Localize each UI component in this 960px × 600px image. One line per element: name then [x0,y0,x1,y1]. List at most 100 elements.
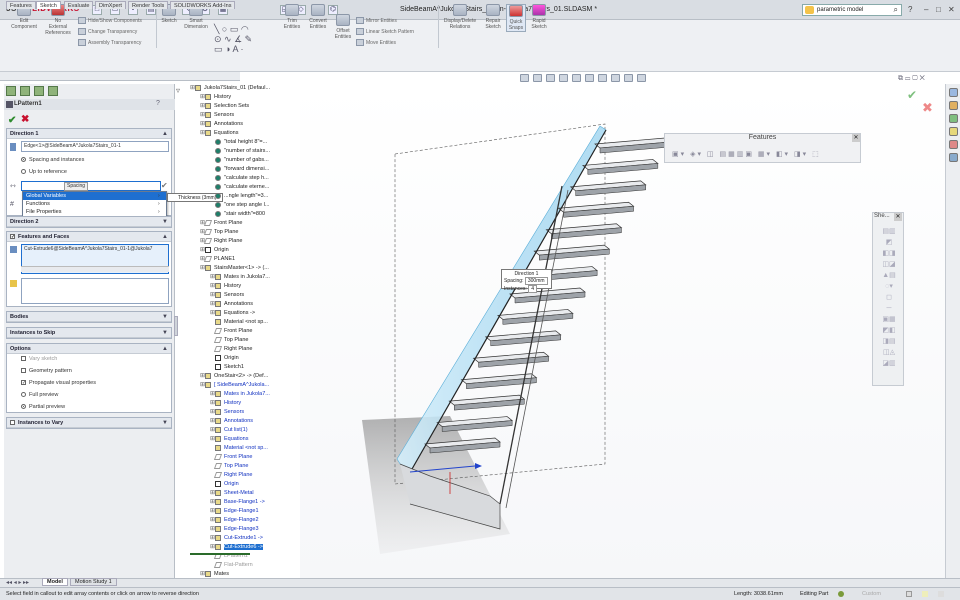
tree-item[interactable]: Material <not sp... [210,444,268,453]
cancel-button[interactable]: ✖ [21,114,29,125]
tree-item[interactable]: "number of gabs... [210,156,269,165]
stair-step[interactable] [581,159,659,175]
geometry-pattern-checkbox[interactable]: Geometry pattern [21,368,72,374]
units-selector[interactable]: Custom [862,588,881,600]
tree-item[interactable]: Front Plane [210,327,252,336]
sheet-metal-panel-tools[interactable]: ▤▥ ◩ ◧◨ ◫◪ ▲▤ ◌▾ ◻ ─ ▣▦ ◩◧ ◨▤ ◫◬ ◪▥ [876,226,902,369]
config-manager-icon[interactable] [34,86,44,96]
appearances-icon[interactable] [948,140,958,149]
tree-item[interactable]: ⊞ Right Plane [200,237,242,246]
tab-motion-study-1[interactable]: Motion Study 1 [70,578,117,586]
tab-features[interactable]: Features [6,1,36,9]
edit-appearance-icon[interactable] [611,74,620,82]
expand-chevron-icon[interactable]: ▼ [162,312,168,322]
tree-item[interactable]: ⊞ Equations [200,129,238,138]
ok-button[interactable]: ✔ [8,115,16,126]
quick-snaps-button[interactable]: Quick Snaps [506,4,526,32]
tree-item[interactable]: ⊞ StairsMaster<1> -> (... [200,264,269,273]
custom-properties-icon[interactable] [948,153,958,162]
menu-item-file-properties[interactable]: File Properties [23,208,166,216]
menu-item-global-variables[interactable]: Global Variables [23,192,166,200]
property-manager-icon[interactable] [20,86,30,96]
tree-item[interactable]: ...ngle length"=3... [210,192,268,201]
expand-chevron-icon[interactable]: ▼ [162,328,168,338]
collapse-chevron-icon[interactable]: ▲ [162,129,168,139]
tree-item[interactable]: ⊞ Mates in Jukola7... [210,273,270,282]
tree-item[interactable]: Right Plane [210,345,252,354]
tree-item[interactable]: ⊞ Cut-Extrude6 -> [210,543,263,552]
tree-item[interactable]: "forward dimensi... [210,165,269,174]
tree-item[interactable]: ⊞ Edge-Flange2 [210,516,259,525]
tree-item[interactable]: ⊞ Origin [200,246,229,255]
minimize-icon[interactable]: – [924,5,928,14]
tree-item[interactable]: ⊞ Equations [210,435,248,444]
tree-item[interactable]: ⊞ Edge-Flange1 [210,507,259,516]
partial-preview-option[interactable]: Partial preview [21,404,65,410]
tree-item[interactable]: ⊞ Sensors [210,408,244,417]
tree-item[interactable]: ⊞ Sensors [210,291,244,300]
mirror-entities-button[interactable]: Mirror Entities [356,16,397,26]
trim-entities-button[interactable]: Trim Entities [280,4,304,30]
view-orientation-icon[interactable] [572,74,581,82]
direction2-header[interactable]: Direction 2 ▼ [7,217,171,227]
panel-splitter-handle[interactable] [174,316,178,336]
zoom-area-icon[interactable] [533,74,542,82]
tree-item[interactable]: ⊞ Jukola7Stairs_01 (Defaul... [190,84,270,93]
collapse-chevron-icon[interactable]: ▲ [162,344,168,354]
search-icon[interactable]: ⌕ [894,5,898,15]
tab-scroll-arrows-icon[interactable]: ◂◂ ◂ ▸ ▸▸ [6,579,29,586]
spacing-input[interactable]: Spacing [21,181,161,191]
feature-manager-tree[interactable]: ⊞ Jukola7Stairs_01 (Defaul... ⊞ History ⊞ Sel… [190,84,300,580]
instances-to-skip-header[interactable]: Instances to Skip ▼ [7,328,171,338]
tree-item[interactable]: ⊞ Cut list(1) [210,426,248,435]
propagate-visual-properties-checkbox[interactable]: ✓ Propagate visual properties [21,380,96,386]
tab-sketch[interactable]: Sketch [36,1,61,9]
tree-item[interactable]: ⊞[ SideBeamA^Jukola... [200,381,269,390]
stair-step[interactable] [594,137,671,154]
tree-item[interactable]: ⊞ History [210,399,241,408]
features-faces-checkbox[interactable]: ✓ [10,234,15,240]
tree-item[interactable]: Top Plane [210,336,248,345]
tree-item[interactable]: ⊞ Annotations [200,120,243,129]
help-icon[interactable]: ? [908,5,912,14]
confirm-corner-ok-icon[interactable]: ✔ [907,88,917,102]
up-to-reference-option[interactable]: Up to reference [21,169,67,175]
horizontal-scrollbar[interactable] [21,266,169,272]
options-header[interactable]: Options ▲ [7,344,171,354]
tree-item[interactable]: Top Plane [210,462,248,471]
tree-item[interactable]: ⊞ Front Plane [200,219,242,228]
rapid-sketch-button[interactable]: Rapid Sketch [528,4,550,30]
menu-item-functions[interactable]: Functions [23,200,166,208]
confirm-corner-cancel-icon[interactable]: ✖ [922,100,933,116]
display-style-icon[interactable] [585,74,594,82]
full-preview-option[interactable]: Full preview [21,392,58,398]
tree-item[interactable]: Origin [210,354,239,363]
status-tools-icon[interactable] [922,591,928,597]
tab-dimxpert[interactable]: DimXpert [95,1,126,9]
tree-item[interactable]: ⊞ History [210,282,241,291]
tab-model[interactable]: Model [42,578,68,586]
tree-item[interactable]: Front Plane [210,453,252,462]
zoom-to-fit-icon[interactable] [520,74,529,82]
bodies-header[interactable]: Bodies ▼ [7,312,171,322]
tree-item[interactable]: Material <not sp... [210,318,268,327]
heads-up-view-toolbar[interactable] [520,74,650,84]
assembly-transparency-button[interactable]: Assembly Transparency [78,38,141,48]
callout-instances-value[interactable]: 4 [528,285,537,293]
tree-item[interactable]: ⊞ Cut-Extrude1 -> [210,534,263,543]
stair-step[interactable] [569,180,647,197]
tree-item[interactable]: ⊞ Mates in Jukola7... [210,390,270,399]
stair-step[interactable] [545,223,623,239]
tree-item[interactable]: Origin [210,480,239,489]
tree-item[interactable]: ⊞ Annotations [210,417,253,426]
offset-entities-button[interactable]: Offset Entities [332,14,354,40]
view-palette-icon[interactable] [948,127,958,136]
tab-evaluate[interactable]: Evaluate [64,1,94,9]
tree-item[interactable]: "calculate step h... [210,174,269,183]
tree-item[interactable]: "stair width"=800 [210,210,265,219]
hide-show-components-button[interactable]: Hide/Show Components [78,16,142,26]
rebuild-status-icon[interactable] [838,591,844,597]
feature-manager-icon[interactable] [6,86,16,96]
close-icon[interactable]: ✕ [852,134,860,142]
tree-item[interactable]: "one step angle l... [210,201,269,210]
